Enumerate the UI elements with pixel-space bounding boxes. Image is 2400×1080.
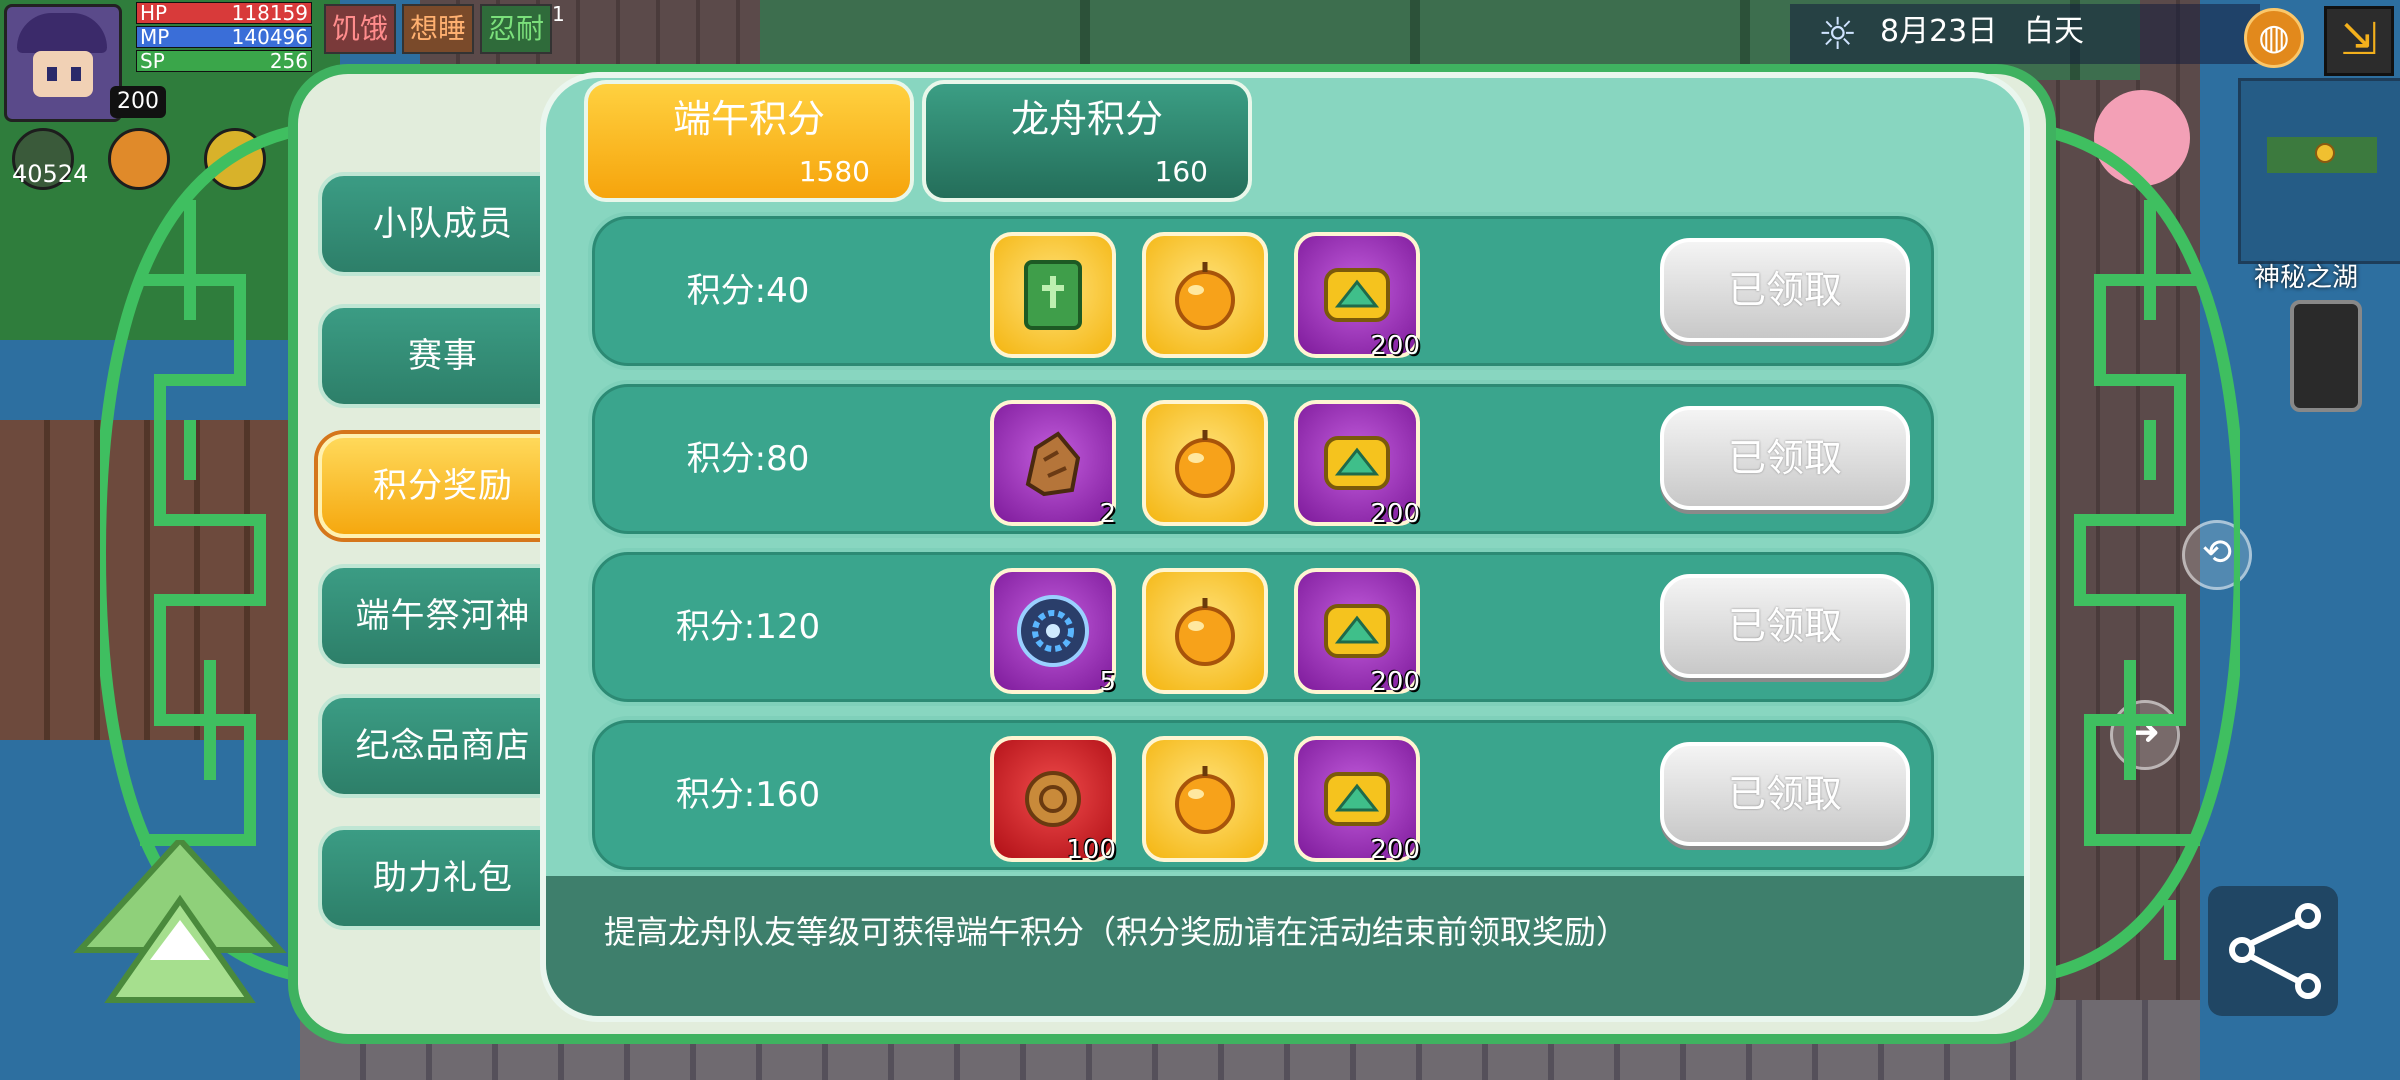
- side-tab-points-rewards[interactable]: 积分奖励: [318, 434, 568, 538]
- status-hungry[interactable]: 饥饿: [324, 4, 397, 54]
- golden-apple-icon: [1175, 430, 1235, 498]
- reward-item[interactable]: 200: [1294, 232, 1420, 360]
- points-threshold: 积分:40: [686, 271, 810, 311]
- status-endure[interactable]: 忍耐: [480, 4, 553, 54]
- reward-list[interactable]: 积分:40 200 已领取 积分:80 2 200 已领取 积分:120 5 2…: [588, 212, 1938, 872]
- reward-item[interactable]: [990, 232, 1116, 358]
- player-marker-icon: [2315, 143, 2335, 163]
- reward-item[interactable]: 5: [990, 568, 1116, 696]
- reward-item[interactable]: 200: [1294, 736, 1420, 864]
- points-threshold: 积分:80: [686, 439, 810, 479]
- phone-icon[interactable]: [2290, 300, 2362, 412]
- reward-item[interactable]: 200: [1294, 568, 1420, 696]
- side-tab-team-members[interactable]: 小队成员: [318, 172, 568, 276]
- coin-count: 40524: [12, 160, 89, 188]
- time-of-day-label: 白天: [2024, 14, 2084, 49]
- reward-row: 积分:160 100 200 已领取: [588, 716, 1938, 872]
- date-label: 8月23日: [1880, 14, 1998, 49]
- bronze-coin-icon: [1025, 771, 1081, 827]
- claimed-button[interactable]: 已领取: [1660, 742, 1910, 846]
- tab-title: 龙舟积分: [1010, 97, 1163, 141]
- reward-row: 积分:120 5 200 已领取: [588, 548, 1938, 706]
- zongzi-icon[interactable]: [70, 840, 290, 1010]
- reward-item[interactable]: [1142, 400, 1268, 526]
- golden-apple-icon: [1175, 598, 1235, 666]
- tab-points: 1580: [798, 155, 870, 188]
- claimed-button[interactable]: 已领取: [1660, 406, 1910, 510]
- footer-text: 提高龙舟队友等级可获得端午积分（积分奖励请在活动结束前领取奖励）: [604, 913, 1629, 951]
- tab-duanwu-points[interactable]: 端午积分 1580: [584, 80, 914, 202]
- points-threshold: 积分:120: [675, 607, 821, 647]
- points-threshold: 积分:160: [675, 775, 821, 815]
- sun-icon: ☼: [1818, 9, 1858, 60]
- globe-icon[interactable]: ◍: [2244, 8, 2304, 68]
- reward-item[interactable]: 200: [1294, 400, 1420, 528]
- reward-item[interactable]: [1142, 736, 1268, 862]
- gear-disc-icon: [1017, 595, 1089, 667]
- jade-token-icon: [1324, 436, 1390, 490]
- tab-dragonboat-points[interactable]: 龙舟积分 160: [922, 80, 1252, 202]
- mp-bar: MP 140496: [136, 26, 312, 48]
- side-tab-river-god[interactable]: 端午祭河神: [318, 564, 568, 668]
- reward-row: 积分:40 200 已领取: [588, 212, 1938, 370]
- tab-points: 160: [1154, 155, 1208, 188]
- claimed-button[interactable]: 已领取: [1660, 238, 1910, 342]
- exit-icon[interactable]: ⇲: [2324, 6, 2394, 76]
- side-tab-souvenir-shop[interactable]: 纪念品商店: [318, 694, 568, 798]
- golden-apple-icon: [1175, 262, 1235, 330]
- side-tab-events[interactable]: 赛事: [318, 304, 568, 408]
- jade-token-icon: [1324, 604, 1390, 658]
- reward-row: 积分:80 2 200 已领取: [588, 380, 1938, 538]
- status-sleepy[interactable]: 想睡: [402, 4, 475, 54]
- status-badge: 1: [552, 2, 565, 26]
- golden-apple-icon: [1175, 766, 1235, 834]
- reward-item[interactable]: [1142, 568, 1268, 694]
- jade-token-icon: [1324, 268, 1390, 322]
- footer-note: 提高龙舟队友等级可获得端午积分（积分奖励请在活动结束前领取奖励）: [546, 876, 2024, 1016]
- jade-token-icon: [1324, 772, 1390, 826]
- ore-rock-icon: [1025, 431, 1081, 497]
- minimap[interactable]: [2238, 78, 2400, 264]
- hp-bar: HP 118159: [136, 2, 312, 24]
- reward-item[interactable]: 2: [990, 400, 1116, 528]
- reward-item[interactable]: [1142, 232, 1268, 358]
- reward-item[interactable]: 100: [990, 736, 1116, 864]
- location-label: 神秘之湖: [2254, 263, 2359, 293]
- green-book-icon: [1024, 260, 1082, 330]
- side-tab-gift-pack[interactable]: 助力礼包: [318, 826, 568, 930]
- claimed-button[interactable]: 已领取: [1660, 574, 1910, 678]
- tab-title: 端午积分: [672, 97, 825, 141]
